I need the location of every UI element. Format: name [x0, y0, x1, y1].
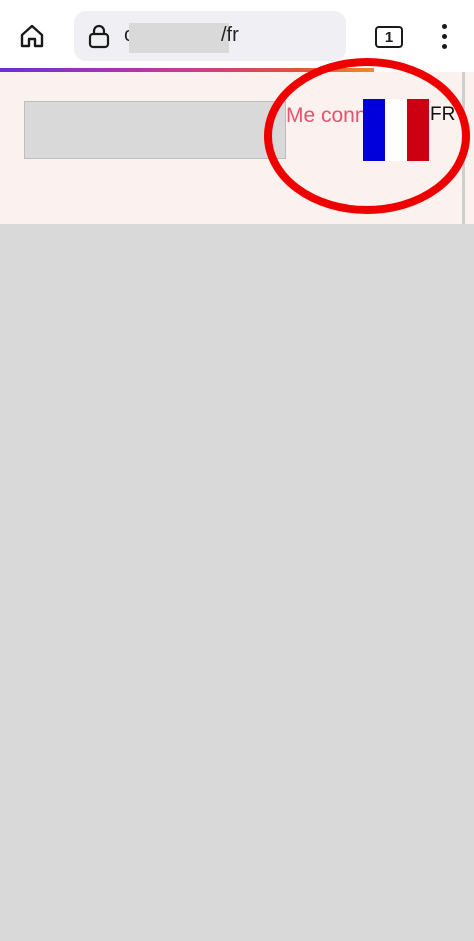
address-bar[interactable]: c /fr — [74, 11, 346, 61]
url-text-suffix: /fr — [221, 24, 239, 46]
home-button[interactable] — [10, 14, 54, 58]
browser-toolbar: c /fr 1 — [0, 0, 474, 72]
screen: c /fr 1 Me connecter FR — [0, 0, 474, 941]
more-vertical-icon — [441, 23, 447, 49]
tab-count: 1 — [384, 28, 394, 46]
home-icon — [20, 24, 44, 48]
tabs-button[interactable]: 1 — [371, 19, 407, 55]
tabs-icon: 1 — [375, 26, 403, 48]
login-link[interactable]: Me connecter — [286, 100, 366, 131]
url-redaction — [129, 23, 229, 53]
site-logo-redaction — [24, 101, 286, 159]
france-flag-icon[interactable] — [363, 99, 429, 161]
page-content-redaction — [0, 224, 474, 941]
more-menu-button[interactable] — [428, 16, 460, 56]
lock-icon — [88, 24, 110, 49]
language-code[interactable]: FR — [430, 104, 455, 126]
site-header: Me connecter FR — [0, 72, 474, 225]
header-edge-divider — [462, 72, 465, 224]
